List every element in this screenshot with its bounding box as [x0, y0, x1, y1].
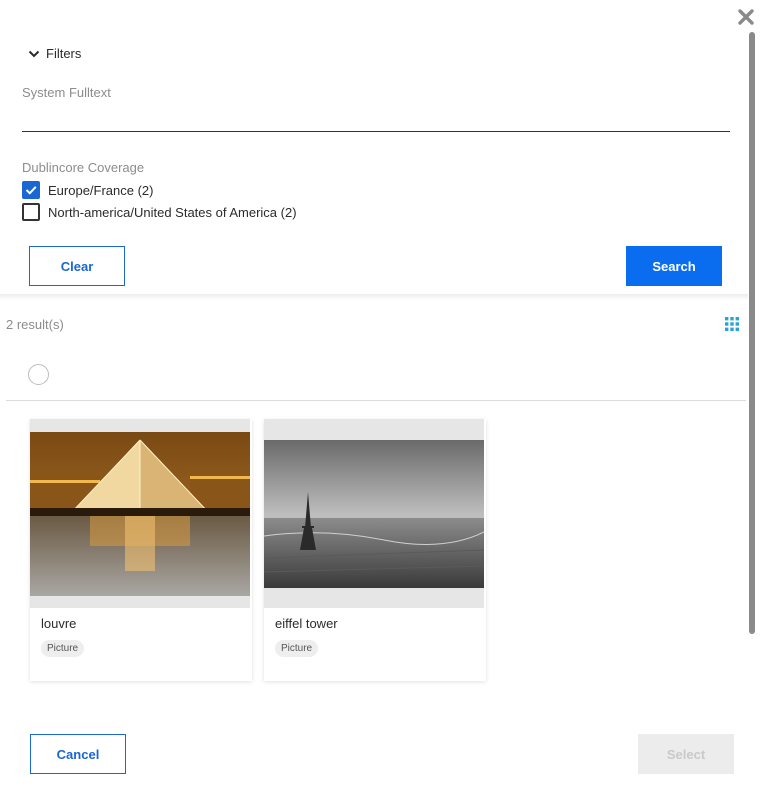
coverage-option-label: North-america/United States of America (… — [48, 204, 297, 220]
result-card[interactable]: louvre Picture — [30, 419, 252, 681]
card-title: louvre — [41, 616, 77, 631]
fulltext-label: System Fulltext — [22, 85, 111, 100]
result-card[interactable]: eiffel tower Picture — [264, 419, 486, 681]
chevron-down-icon — [28, 50, 40, 57]
select-button[interactable]: Select — [638, 734, 734, 774]
filters-toggle[interactable]: Filters — [28, 46, 81, 61]
results-divider — [6, 400, 746, 401]
thumbnail-image — [30, 419, 250, 608]
type-badge: Picture — [275, 640, 319, 657]
checkbox-unchecked[interactable] — [22, 203, 40, 221]
thumbnail-image — [264, 419, 484, 608]
card-title: eiffel tower — [275, 616, 338, 631]
select-all-radio[interactable] — [28, 364, 49, 385]
filters-divider — [0, 294, 748, 300]
type-badge: Picture — [41, 640, 85, 657]
fulltext-input[interactable] — [22, 106, 730, 132]
coverage-label: Dublincore Coverage — [22, 160, 145, 175]
close-icon — [738, 9, 754, 25]
search-button[interactable]: Search — [626, 246, 722, 286]
checkbox-checked[interactable] — [22, 181, 40, 199]
coverage-option-label: Europe/France (2) — [48, 182, 154, 198]
coverage-option-usa[interactable]: North-america/United States of America (… — [22, 203, 297, 221]
result-count: 2 result(s) — [6, 317, 64, 332]
grid-view-icon[interactable] — [725, 317, 739, 331]
scrollbar[interactable] — [749, 32, 755, 634]
checkmark-icon — [25, 186, 37, 195]
filters-label: Filters — [46, 46, 82, 61]
clear-button[interactable]: Clear — [29, 246, 125, 286]
close-button[interactable] — [737, 8, 755, 26]
cancel-button[interactable]: Cancel — [30, 734, 126, 774]
coverage-option-europe-france[interactable]: Europe/France (2) — [22, 181, 154, 199]
